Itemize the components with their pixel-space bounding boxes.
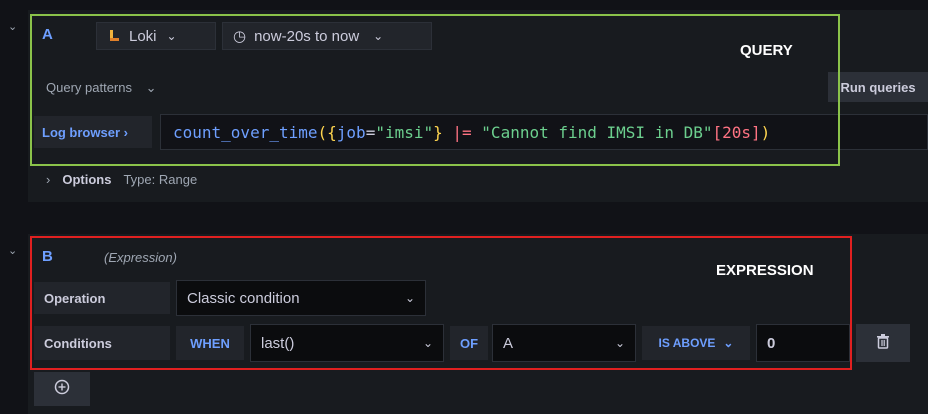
- options-toggle[interactable]: › Options Type: Range: [46, 172, 197, 187]
- query-highlight-frame: [30, 14, 840, 166]
- expression-highlight-frame: [30, 236, 852, 370]
- collapse-query-a-icon[interactable]: ⌄: [8, 20, 17, 33]
- collapse-expression-b-icon[interactable]: ⌄: [8, 244, 17, 257]
- chevron-right-icon: ›: [46, 172, 51, 187]
- run-queries-button[interactable]: Run queries: [828, 72, 928, 102]
- options-label: Options: [62, 172, 112, 187]
- options-type: Type: Range: [123, 172, 198, 187]
- delete-condition-button[interactable]: [856, 324, 910, 362]
- add-icon: [54, 379, 70, 400]
- trash-icon: [876, 333, 890, 354]
- add-condition-button[interactable]: [34, 372, 90, 406]
